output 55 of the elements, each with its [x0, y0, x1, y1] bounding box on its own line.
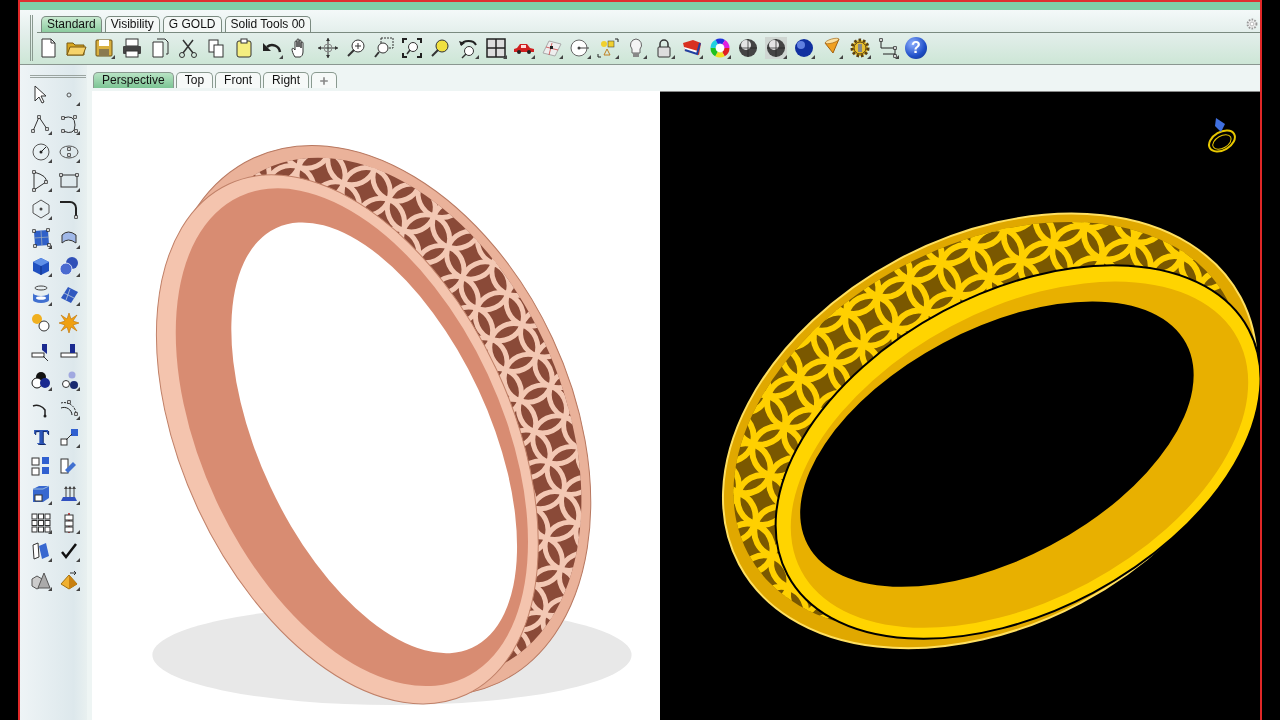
viewport-tab[interactable]: Right [263, 72, 310, 88]
printer-icon[interactable] [121, 37, 143, 59]
circle-point-icon[interactable] [569, 37, 591, 59]
layers-icon[interactable] [681, 37, 703, 59]
plane-grid-icon[interactable] [541, 37, 563, 59]
zoom-selected-icon[interactable] [429, 37, 451, 59]
curve-points-icon[interactable] [58, 112, 80, 135]
cube-icon[interactable] [30, 255, 52, 277]
zoom-window-icon[interactable] [373, 37, 395, 59]
toolbar-tab[interactable]: Solid Tools 00 [224, 16, 311, 32]
pyramid-icon[interactable] [58, 568, 80, 591]
help-icon[interactable]: ? [905, 37, 927, 59]
glossy-sphere-icon[interactable] [793, 37, 815, 59]
cylinder-icon[interactable] [30, 283, 52, 306]
three-circles-icon[interactable] [30, 369, 52, 391]
gear-icon[interactable] [849, 37, 871, 59]
viewport-tab[interactable]: Front [215, 72, 262, 88]
framed-sphere-icon[interactable] [765, 37, 787, 59]
clipboard-icon[interactable] [233, 37, 255, 59]
copy-icon[interactable] [205, 37, 227, 59]
dimension-icon[interactable] [877, 37, 899, 59]
rotate-view-icon[interactable] [457, 37, 479, 59]
text-tool-icon[interactable]: T [30, 426, 52, 448]
spheres-icon[interactable] [58, 255, 80, 277]
color-wheel-icon[interactable] [709, 37, 731, 59]
plus-icon [318, 74, 331, 87]
squares-array-icon[interactable] [30, 454, 52, 477]
viewport-tab[interactable]: Perspective [93, 72, 174, 88]
panels-icon[interactable] [30, 540, 52, 562]
scale-squares-icon[interactable] [58, 426, 80, 448]
toolbar-tab[interactable]: G GOLD [162, 16, 222, 32]
move-arrows-icon[interactable] [317, 37, 339, 59]
toolbar-tab[interactable]: Standard [41, 16, 102, 32]
dot-grid-icon[interactable] [30, 511, 52, 534]
scissors-icon[interactable] [177, 37, 199, 59]
zoom-in-icon[interactable] [345, 37, 367, 59]
surface-grid-icon[interactable] [30, 226, 52, 249]
arc-icon[interactable] [30, 169, 52, 192]
cone-icon[interactable] [821, 37, 843, 59]
offset-arc-icon[interactable] [58, 397, 80, 420]
four-panes-icon[interactable] [485, 37, 507, 59]
fillet-curve-icon[interactable] [58, 198, 80, 220]
two-circles-icon[interactable] [30, 312, 52, 334]
shapes-icon[interactable] [597, 37, 619, 59]
viewport-tab[interactable]: Top [175, 72, 214, 88]
add-viewport-tab[interactable] [311, 72, 338, 88]
sphere-icon[interactable] [737, 37, 759, 59]
polyline-icon[interactable] [30, 112, 52, 135]
pages-icon[interactable] [149, 37, 171, 59]
toolbar-tab[interactable]: Visibility [104, 16, 160, 32]
ring-icon [1205, 115, 1239, 155]
box-icon[interactable] [30, 483, 52, 505]
circle-icon[interactable] [30, 141, 52, 163]
hexagon-icon[interactable] [30, 198, 52, 220]
zoom-extents-icon[interactable] [401, 37, 423, 59]
